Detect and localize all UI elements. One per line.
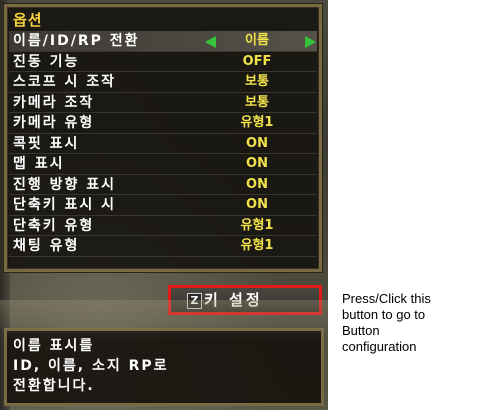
option-row-cockpit-display[interactable]: 콕핏 표시 ON: [9, 134, 317, 154]
option-label: 맵 표시: [13, 156, 65, 172]
option-label: 스코프 시 조작: [13, 74, 117, 90]
annotation-line: Press/Click this: [342, 291, 431, 306]
option-row-camera-type[interactable]: 카메라 유형 유형1: [9, 113, 317, 134]
option-label: 카메라 조작: [13, 94, 95, 111]
description-line: 전환합니다.: [13, 378, 95, 394]
option-label: 콕핏 표시: [13, 135, 80, 152]
option-row-name-id-rp[interactable]: 이름/ID/RP 전환 이름: [9, 31, 317, 52]
option-row-shortcut-type[interactable]: 단축키 유형 유형1: [9, 216, 317, 236]
option-label: 이름/ID/RP 전환: [13, 33, 140, 49]
options-title: 옵션: [13, 11, 43, 29]
arrow-right-icon[interactable]: [305, 36, 316, 48]
option-label: 카메라 유형: [13, 115, 95, 131]
z-key-icon: Z: [187, 293, 202, 309]
annotation-note: Press/Click this button to go to Button …: [342, 291, 492, 355]
options-list: 이름/ID/RP 전환 이름 진동 기능 OFF 스코프 시 조작 보통 카메라…: [9, 31, 317, 257]
annotation-line: configuration: [342, 339, 417, 354]
option-value: ON: [246, 156, 268, 171]
annotation-line: Button: [342, 323, 380, 338]
annotation-line: button to go to: [342, 307, 426, 322]
option-value: ON: [246, 135, 268, 151]
option-label: 진동 기능: [13, 53, 80, 70]
option-label: 채팅 유형: [13, 238, 80, 254]
option-value: 보통: [245, 94, 269, 110]
options-panel: 옵션 이름/ID/RP 전환 이름 진동 기능 OFF 스코프 시 조작 보통 …: [4, 4, 322, 272]
description-line: 이름 표시를: [13, 338, 95, 354]
option-value: 보통: [245, 74, 269, 89]
option-row-chat-type[interactable]: 채팅 유형 유형1: [9, 236, 317, 257]
option-value: OFF: [242, 53, 272, 69]
option-value: 유형1: [240, 115, 274, 130]
option-row-direction-display[interactable]: 진행 방향 표시 ON: [9, 175, 317, 195]
option-row-map-display[interactable]: 맵 표시 ON: [9, 154, 317, 175]
option-row-scope-control[interactable]: 스코프 시 조작 보통: [9, 72, 317, 93]
option-value: ON: [246, 176, 268, 192]
option-value: 유형1: [240, 238, 274, 253]
option-label: 단축키 유형: [13, 217, 95, 234]
description-panel: 이름 표시를 ID, 이름, 소지 RP로 전환합니다.: [4, 328, 324, 406]
option-label: 진행 방향 표시: [13, 176, 117, 193]
option-row-vibration[interactable]: 진동 기능 OFF: [9, 52, 317, 72]
option-value: 이름: [245, 33, 269, 48]
game-screen: 옵션 이름/ID/RP 전환 이름 진동 기능 OFF 스코프 시 조작 보통 …: [0, 0, 328, 410]
key-config-button[interactable]: Z 키 설정: [168, 285, 322, 315]
option-row-shortcut-display[interactable]: 단축키 표시 시 ON: [9, 195, 317, 216]
key-config-label: 키 설정: [204, 291, 263, 309]
option-label: 단축키 표시 시: [13, 197, 117, 213]
option-value: 유형1: [240, 217, 274, 233]
option-row-camera-control[interactable]: 카메라 조작 보통: [9, 93, 317, 113]
description-line: ID, 이름, 소지 RP로: [13, 358, 169, 374]
option-value: ON: [246, 197, 268, 212]
